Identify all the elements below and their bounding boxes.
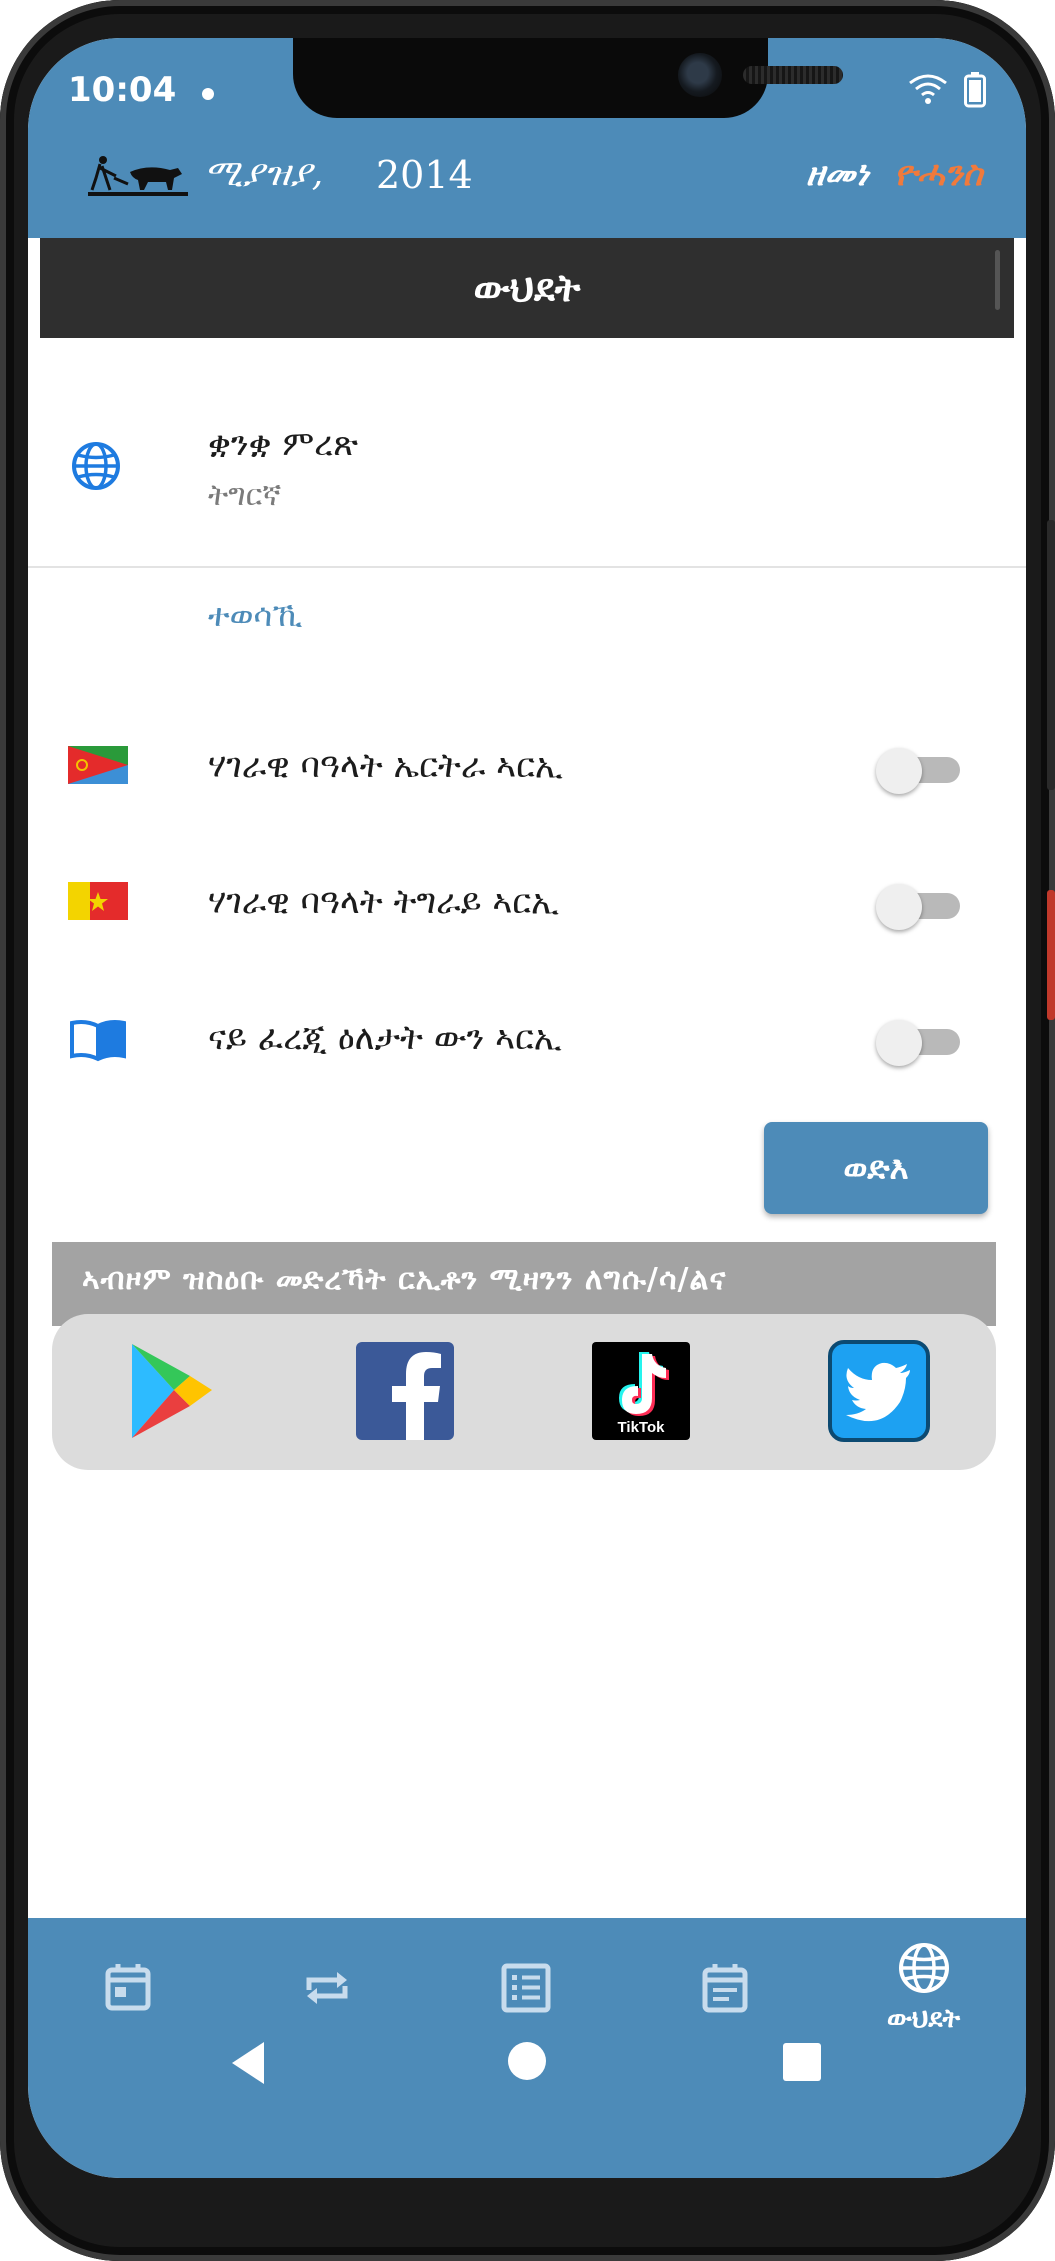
header-year: 2014 — [376, 153, 473, 197]
screen: 10:04 ሚያዝያ, 2014 ዘመነ ዮሓንስ ውህደት ቋንቋ ምረጽ ት… — [28, 38, 1026, 2178]
phone-frame: 10:04 ሚያዝያ, 2014 ዘመነ ዮሓንስ ውህደት ቋንቋ ምረጽ ት… — [0, 0, 1055, 2261]
section-header: ተወሳኺ — [208, 596, 303, 634]
eritrea-flag-icon — [68, 746, 128, 784]
toggle-switch[interactable] — [876, 748, 968, 794]
event-note-icon — [702, 1964, 748, 2013]
toggle-row-eritrea-holidays[interactable]: ሃገራዊ ባዓላት ኤርትራ ኣርኢ — [28, 718, 1026, 814]
wifi-icon — [909, 74, 947, 104]
switch-thumb — [876, 1020, 922, 1066]
nav-label-integration: ውህደት — [886, 2004, 961, 2034]
language-value: ትግርኛ — [208, 478, 282, 513]
tiktok-wordmark: TikTok — [618, 1419, 666, 1436]
switch-thumb — [876, 884, 922, 930]
book-icon — [70, 1020, 126, 1062]
recents-icon[interactable] — [780, 2040, 824, 2084]
toggle-row-other-days[interactable]: ናይ ፈረጂ ዕለታት ውን ኣርኢ — [28, 990, 1026, 1086]
language-select-row[interactable]: ቋንቋ ምረጽ ትግርኛ — [28, 338, 1026, 568]
toggle-row-tigray-holidays[interactable]: ሃገራዊ ባዓላት ትግራይ ኣርኢ — [28, 854, 1026, 950]
facebook-icon[interactable] — [354, 1340, 456, 1442]
nav-item-integration[interactable]: ውህደት — [824, 1918, 1023, 2068]
switch-thumb — [876, 748, 922, 794]
toggle-label: ናይ ፈረጂ ዕለታት ውን ኣርኢ — [208, 1018, 562, 1058]
google-play-icon[interactable] — [116, 1340, 218, 1442]
back-icon[interactable] — [228, 2038, 268, 2088]
header-era-label: ዘመነ — [806, 154, 869, 194]
toggle-label: ሃገራዊ ባዓላት ኤርትራ ኣርኢ — [208, 746, 563, 786]
toggle-label: ሃገራዊ ባዓላት ትግራይ ኣርኢ — [208, 882, 560, 922]
tiktok-icon[interactable]: TikTok — [590, 1340, 692, 1442]
volume-button — [1047, 520, 1055, 790]
scrollbar[interactable] — [995, 250, 1000, 310]
tigray-flag-icon — [68, 882, 128, 920]
toggle-switch[interactable] — [876, 1020, 968, 1066]
repeat-icon — [306, 1972, 348, 2004]
calendar-today-icon — [105, 1964, 151, 2011]
page-title-bar: ውህደት — [40, 238, 1014, 338]
follow-us-text: ኣብዞም ዝስዕቡ መድረኻት ርኢቶን ሚዛንን ለግሱ/ሳ/ልና — [82, 1262, 727, 1297]
done-button[interactable]: ወድእ — [764, 1122, 988, 1214]
front-camera — [678, 53, 722, 97]
globe-icon — [899, 1943, 949, 1993]
header-month: ሚያዝያ, — [204, 153, 324, 194]
home-icon[interactable] — [504, 2038, 550, 2084]
twitter-icon[interactable] — [828, 1340, 930, 1442]
power-button — [1047, 890, 1055, 1020]
status-time: 10:04 — [68, 70, 177, 110]
nav-item-calendar[interactable] — [28, 1918, 227, 2068]
globe-icon — [72, 442, 120, 490]
header-era-name: ዮሓንስ — [894, 154, 983, 194]
camera-notch — [293, 38, 843, 118]
plough-logo-icon — [88, 156, 188, 196]
language-label: ቋንቋ ምረጽ — [208, 424, 359, 464]
notification-dot — [202, 88, 214, 100]
battery-icon — [964, 72, 986, 108]
page-title: ውህደት — [473, 265, 581, 310]
list-icon — [501, 1963, 551, 2013]
app-bar: 10:04 ሚያዝያ, 2014 ዘመነ ዮሓንስ — [28, 38, 1026, 238]
earpiece-speaker — [743, 66, 843, 84]
toggle-switch[interactable] — [876, 884, 968, 930]
